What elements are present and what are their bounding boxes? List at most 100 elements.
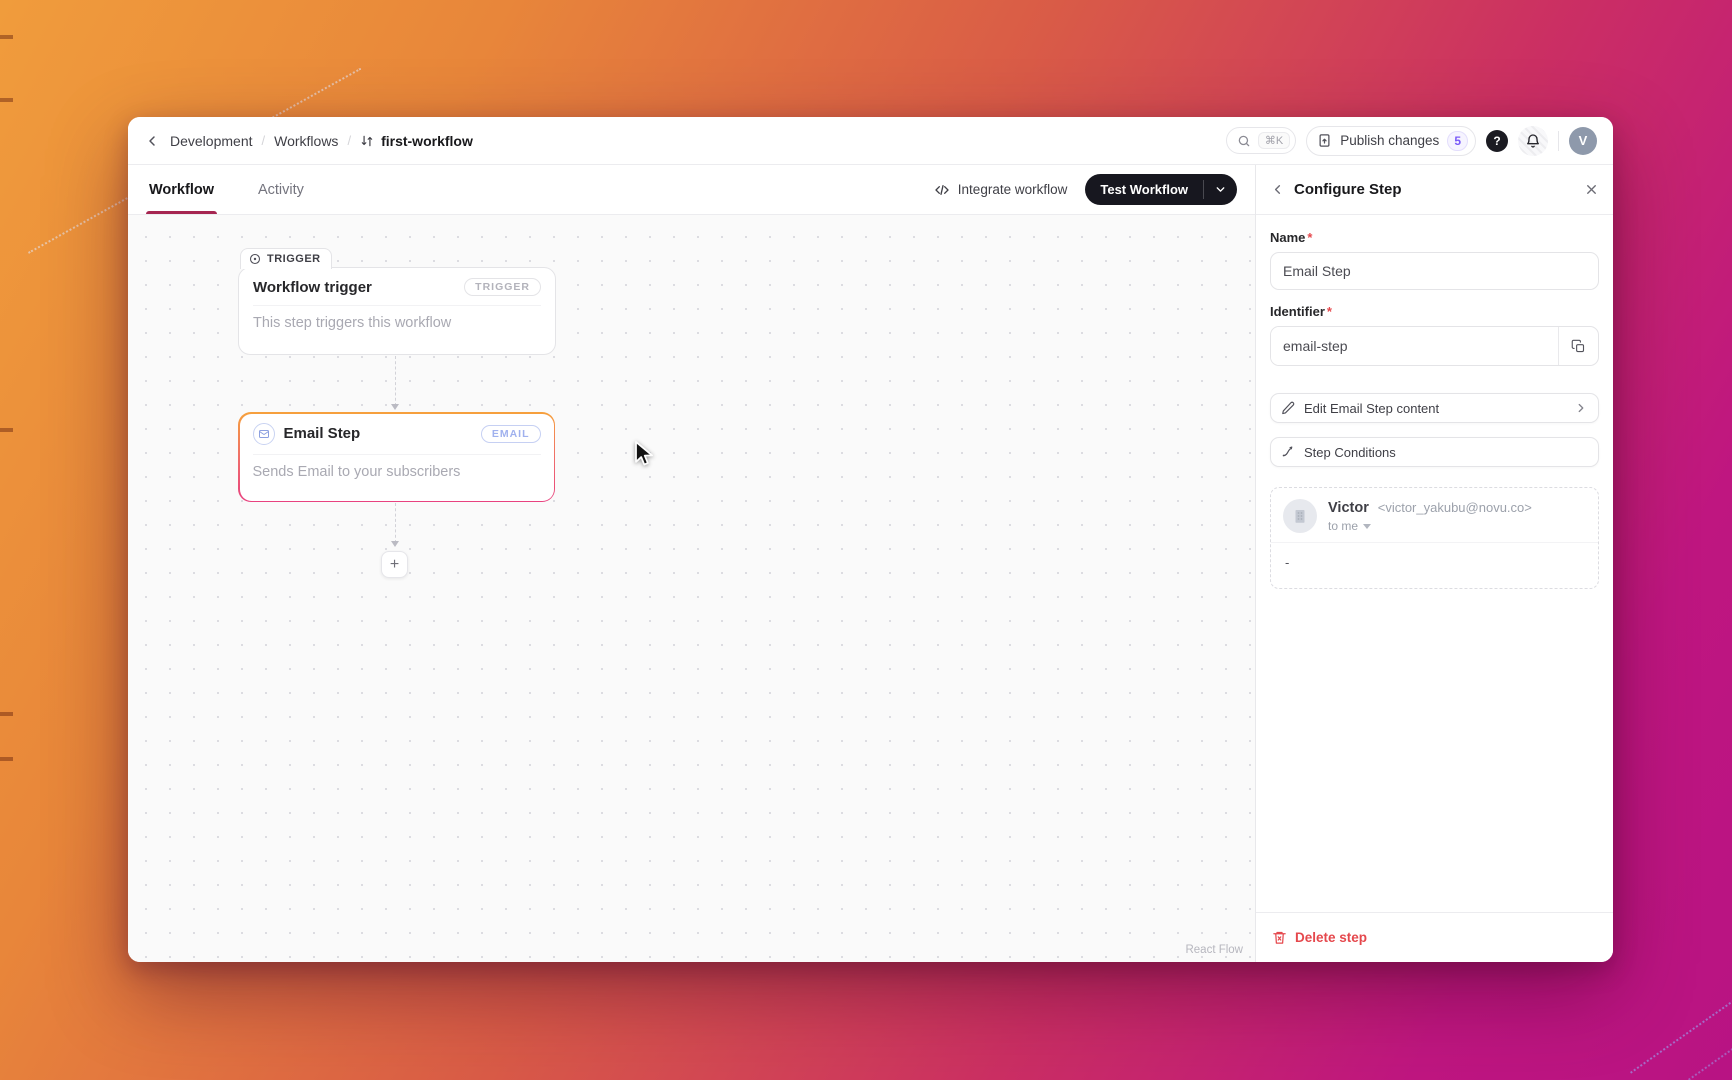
tab-activity[interactable]: Activity xyxy=(255,165,307,214)
back-chevron-icon[interactable] xyxy=(144,133,160,149)
tabs-bar: Workflow Activity Integrate workflow Tes… xyxy=(128,165,1255,215)
required-asterisk: * xyxy=(1326,304,1332,319)
publish-changes-label: Publish changes xyxy=(1340,133,1440,148)
breadcrumb-current: first-workflow xyxy=(360,133,473,149)
trigger-node-description: This step triggers this workflow xyxy=(253,305,541,331)
tab-activity-label: Activity xyxy=(257,181,304,198)
search-icon xyxy=(1237,134,1251,148)
panel-title: Configure Step xyxy=(1294,181,1402,198)
edge-arrow-icon xyxy=(391,541,399,547)
trash-icon xyxy=(1272,930,1287,945)
publish-changes-button[interactable]: Publish changes 5 xyxy=(1306,125,1476,156)
trigger-node-title: Workflow trigger xyxy=(253,278,372,296)
email-preview-body: - xyxy=(1271,542,1598,588)
email-node-tag: EMAIL xyxy=(480,424,541,443)
delete-step-label: Delete step xyxy=(1295,930,1368,945)
panel-header: Configure Step xyxy=(1256,165,1613,215)
keyboard-shortcut: ⌘K xyxy=(1257,132,1291,149)
email-icon xyxy=(252,422,275,445)
breadcrumb-workflows[interactable]: Workflows xyxy=(274,133,338,149)
user-avatar[interactable]: V xyxy=(1569,126,1597,155)
sender-email: <victor_yakubu@novu.co> xyxy=(1377,500,1532,515)
required-asterisk: * xyxy=(1307,230,1313,245)
edge-tick xyxy=(0,757,13,761)
building-icon xyxy=(1291,507,1309,525)
notifications-bell-button[interactable] xyxy=(1518,125,1548,156)
identifier-group xyxy=(1270,326,1599,366)
identifier-label: Identifier * xyxy=(1270,304,1332,319)
integrate-workflow-label: Integrate workflow xyxy=(957,182,1068,197)
recipient-line[interactable]: to me xyxy=(1328,519,1532,533)
panel-content: Name* Identifier* xyxy=(1256,215,1613,912)
delete-step-button[interactable]: Delete step xyxy=(1272,930,1367,945)
email-node-title: Email Step xyxy=(283,425,361,442)
identifier-field[interactable] xyxy=(1271,327,1558,365)
workflow-icon xyxy=(360,134,374,148)
workflow-trigger-node[interactable]: Workflow trigger TRIGGER This step trigg… xyxy=(238,267,556,355)
chevron-down-icon xyxy=(1214,183,1227,196)
pencil-icon xyxy=(1281,401,1295,415)
edge-connector xyxy=(395,503,396,543)
workflow-canvas[interactable]: TRIGGER Workflow trigger TRIGGER This st… xyxy=(128,215,1255,962)
app-window: Development / Workflows / first-workflow… xyxy=(128,117,1613,962)
close-icon[interactable] xyxy=(1584,182,1599,197)
avatar-initial: V xyxy=(1578,133,1588,148)
test-workflow-button[interactable]: Test Workflow xyxy=(1085,174,1237,205)
add-step-label: + xyxy=(389,555,400,573)
chevron-right-icon xyxy=(1574,401,1588,415)
edge-tick xyxy=(0,98,13,102)
breadcrumb-separator: / xyxy=(261,133,266,148)
desktop-background: Development / Workflows / first-workflow… xyxy=(0,0,1732,1080)
recipient-label: to me xyxy=(1328,519,1359,533)
header-divider xyxy=(1558,130,1559,151)
copy-identifier-button[interactable] xyxy=(1558,327,1598,365)
breadcrumb-development[interactable]: Development xyxy=(170,133,253,149)
bell-icon xyxy=(1525,133,1541,149)
step-conditions-button[interactable]: Step Conditions xyxy=(1270,437,1599,467)
email-preview: Victor <victor_yakubu@novu.co> to me - xyxy=(1270,487,1599,589)
trigger-badge-label: TRIGGER xyxy=(267,253,321,265)
edge-tick xyxy=(0,35,13,39)
integrate-workflow-button[interactable]: Integrate workflow xyxy=(934,182,1068,198)
test-workflow-label: Test Workflow xyxy=(1100,182,1188,197)
workflow-name: first-workflow xyxy=(381,132,473,149)
edge-tick xyxy=(0,428,13,432)
publish-changes-badge: 5 xyxy=(1447,130,1468,151)
trigger-node-tag: TRIGGER xyxy=(464,278,541,296)
help-label: ? xyxy=(1493,133,1501,148)
step-conditions-label: Step Conditions xyxy=(1304,444,1396,460)
panel-footer: Delete step xyxy=(1256,912,1613,962)
panel-back-chevron-icon[interactable] xyxy=(1270,182,1285,197)
breadcrumb: Development / Workflows / first-workflow xyxy=(170,133,473,149)
add-step-button[interactable]: + xyxy=(381,551,408,578)
top-header: Development / Workflows / first-workflow… xyxy=(128,117,1613,165)
tab-workflow[interactable]: Workflow xyxy=(146,165,217,214)
mouse-cursor xyxy=(630,440,656,473)
conditions-icon xyxy=(1281,445,1295,459)
email-node-description: Sends Email to your subscribers xyxy=(252,453,541,480)
tab-workflow-label: Workflow xyxy=(149,181,214,198)
trigger-badge: TRIGGER xyxy=(240,248,332,269)
publish-icon xyxy=(1317,133,1332,148)
email-preview-header: Victor <victor_yakubu@novu.co> to me xyxy=(1271,488,1598,542)
help-button[interactable]: ? xyxy=(1486,129,1508,152)
breadcrumb-separator: / xyxy=(347,133,352,148)
search-button[interactable]: ⌘K xyxy=(1225,127,1297,154)
sender-name: Victor xyxy=(1328,500,1369,516)
edit-email-content-button[interactable]: Edit Email Step content xyxy=(1270,393,1599,423)
email-step-node[interactable]: Email Step EMAIL Sends Email to your sub… xyxy=(238,412,555,502)
edge-tick xyxy=(0,712,13,716)
edge-arrow-icon xyxy=(391,404,399,410)
workflow-editor-column: Workflow Activity Integrate workflow Tes… xyxy=(128,165,1256,962)
code-icon xyxy=(934,182,950,198)
react-flow-attribution[interactable]: React Flow xyxy=(1185,944,1243,956)
copy-icon xyxy=(1571,339,1586,354)
name-label: Name * xyxy=(1270,230,1313,245)
sender-avatar xyxy=(1283,499,1317,533)
name-field[interactable] xyxy=(1270,252,1599,290)
configure-step-panel: Configure Step Name* Identifier* xyxy=(1256,165,1613,962)
edit-email-content-label: Edit Email Step content xyxy=(1304,400,1440,416)
edge-connector xyxy=(395,356,396,406)
target-icon xyxy=(249,253,261,265)
test-workflow-dropdown[interactable] xyxy=(1204,174,1237,205)
